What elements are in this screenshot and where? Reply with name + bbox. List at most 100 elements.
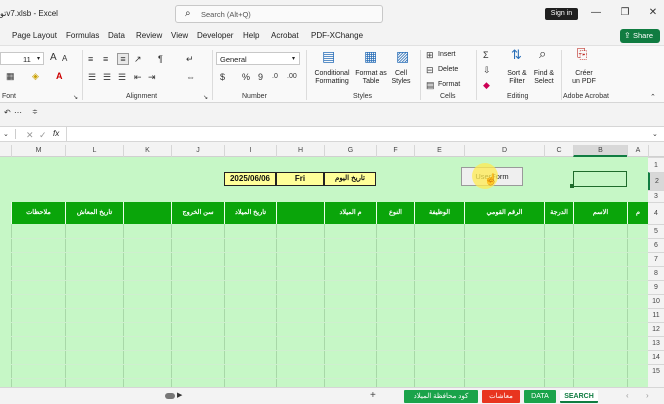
column-header-j[interactable]: J: [171, 145, 224, 157]
header-birth-date[interactable]: تاريخ الميلاد: [224, 202, 276, 224]
indent-increase-icon[interactable]: ⇥: [148, 72, 156, 82]
header-gender[interactable]: النوع: [376, 202, 414, 224]
delete-button[interactable]: Delete: [438, 66, 458, 73]
menu-page-layout[interactable]: Page Layout: [12, 31, 57, 40]
close-icon[interactable]: ✕: [646, 6, 660, 20]
fill-icon[interactable]: ⇩: [483, 65, 491, 75]
row-header[interactable]: 7: [648, 252, 664, 266]
conditional-formatting-icon[interactable]: ▤: [322, 49, 335, 63]
menu-data[interactable]: Data: [108, 31, 125, 40]
header-grade[interactable]: الدرجة: [544, 202, 573, 224]
dialog-launcher-icon[interactable]: ↘: [203, 93, 208, 103]
indent-decrease-icon[interactable]: ⇤: [134, 72, 142, 82]
chevron-down-icon[interactable]: ⌄: [3, 130, 9, 140]
increase-decimal-icon[interactable]: .0: [272, 72, 278, 82]
currency-icon[interactable]: $: [220, 72, 225, 82]
row-header[interactable]: 2: [648, 172, 664, 190]
menu-view[interactable]: View: [171, 31, 188, 40]
menu-help[interactable]: Help: [243, 31, 259, 40]
borders-icon[interactable]: ▦: [6, 71, 15, 81]
row-header[interactable]: 9: [648, 280, 664, 294]
cell-styles-button[interactable]: Cell Styles: [388, 70, 414, 86]
align-bottom-icon[interactable]: ≡: [117, 53, 129, 65]
restore-icon[interactable]: ❐: [618, 6, 632, 20]
insert-icon[interactable]: ⊞: [426, 50, 434, 60]
tab-data[interactable]: DATA: [524, 390, 556, 403]
menu-formulas[interactable]: Formulas: [66, 31, 99, 40]
today-label-cell[interactable]: تاريخ اليوم: [324, 172, 376, 186]
shrink-font-icon[interactable]: A: [62, 54, 67, 64]
menu-acrobat[interactable]: Acrobat: [271, 31, 299, 40]
format-button[interactable]: Format: [438, 81, 460, 88]
align-left-icon[interactable]: ☰: [88, 72, 96, 82]
menu-developer[interactable]: Developer: [197, 31, 233, 40]
column-header-m[interactable]: M: [11, 145, 65, 157]
row-header[interactable]: 13: [648, 336, 664, 350]
chevron-right-icon[interactable]: ›: [646, 391, 649, 401]
sign-in-button[interactable]: Sign in: [545, 8, 578, 20]
row-header[interactable]: 15: [648, 364, 664, 378]
number-format-select[interactable]: General ▾: [216, 52, 300, 65]
minimize-icon[interactable]: —: [589, 6, 603, 20]
search-input[interactable]: ⌕ Search (Alt+Q): [175, 5, 383, 23]
customize-qat-icon[interactable]: ≑: [32, 108, 38, 118]
find-select-button[interactable]: Find & Select: [530, 70, 558, 86]
align-middle-icon[interactable]: ≡: [103, 54, 108, 64]
column-header-h[interactable]: H: [276, 145, 324, 157]
fx-icon[interactable]: fx: [53, 129, 59, 138]
sort-filter-button[interactable]: Sort & Filter: [504, 70, 530, 86]
row-header[interactable]: 3: [648, 190, 664, 202]
tab-pensions[interactable]: معاشات: [482, 390, 520, 403]
row-header[interactable]: 11: [648, 308, 664, 322]
header-notes[interactable]: ملاحظات: [11, 202, 65, 224]
row-header[interactable]: 14: [648, 350, 664, 364]
enter-icon[interactable]: ✓: [39, 130, 47, 140]
header-job[interactable]: الوظيفة: [414, 202, 464, 224]
font-size-select[interactable]: 11 ▾: [0, 52, 44, 65]
align-right-icon[interactable]: ☰: [118, 72, 126, 82]
format-as-table-icon[interactable]: ▦: [364, 49, 377, 63]
column-header-f[interactable]: F: [376, 145, 414, 157]
conditional-formatting-button[interactable]: Conditional Formatting: [311, 70, 353, 86]
wrap-text-icon[interactable]: ↵: [186, 54, 194, 64]
cancel-icon[interactable]: ✕: [26, 130, 34, 140]
fill-color-icon[interactable]: ◈: [32, 71, 39, 81]
insert-button[interactable]: Insert: [438, 51, 456, 58]
header-national-id[interactable]: الرقم القومي: [464, 202, 544, 224]
decrease-decimal-icon[interactable]: .00: [287, 72, 297, 82]
tab-search[interactable]: SEARCH: [560, 390, 598, 403]
create-pdf-button[interactable]: Créer un PDF: [569, 70, 599, 86]
header-birth-governorate[interactable]: م الميلاد: [324, 202, 376, 224]
redo-icon[interactable]: ⋯: [14, 108, 22, 118]
column-header-a[interactable]: A: [627, 145, 648, 157]
header-exit-age[interactable]: سن الخروج: [171, 202, 224, 224]
formula-input[interactable]: [66, 127, 648, 141]
menu-pdf-xchange[interactable]: PDF-XChange: [311, 31, 363, 40]
row-header[interactable]: 6: [648, 238, 664, 252]
column-header-d[interactable]: D: [464, 145, 544, 157]
collapse-ribbon-icon[interactable]: ⌃: [650, 93, 656, 103]
fill-handle[interactable]: [570, 184, 574, 188]
row-header[interactable]: 10: [648, 294, 664, 308]
font-color-icon[interactable]: A: [56, 71, 63, 81]
column-header-g[interactable]: G: [324, 145, 376, 157]
worksheet-grid[interactable]: 2025/06/06 Fri تاريخ اليوم UserForm ☝ مل…: [0, 157, 648, 387]
percent-icon[interactable]: %: [242, 72, 250, 82]
chevron-left-icon[interactable]: ‹: [626, 391, 629, 401]
rtl-icon[interactable]: ¶: [158, 54, 163, 64]
find-select-icon[interactable]: ⌕: [539, 47, 546, 60]
column-header-e[interactable]: E: [414, 145, 464, 157]
column-header-i[interactable]: I: [224, 145, 276, 157]
menu-review[interactable]: Review: [136, 31, 162, 40]
dialog-launcher-icon[interactable]: ↘: [73, 93, 78, 103]
header-pension-date[interactable]: تاريخ المعاش: [65, 202, 123, 224]
merge-center-icon[interactable]: ⇔: [186, 72, 195, 82]
format-icon[interactable]: ▤: [426, 80, 435, 90]
date-cell[interactable]: 2025/06/06: [224, 172, 276, 186]
column-header-l[interactable]: L: [65, 145, 123, 157]
expand-formula-icon[interactable]: ⌄: [652, 130, 658, 140]
header-blank-k[interactable]: [123, 202, 171, 224]
row-header[interactable]: 1: [648, 157, 664, 172]
orientation-icon[interactable]: ↗: [134, 54, 142, 64]
header-number[interactable]: م: [627, 202, 648, 224]
